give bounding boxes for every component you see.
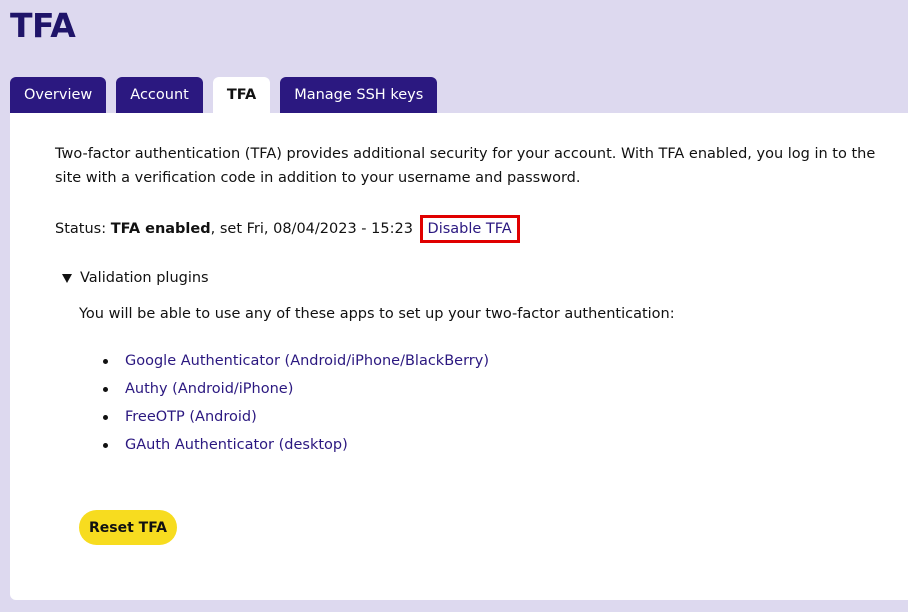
list-item: Google Authenticator (Android/iPhone/Bla…: [103, 349, 489, 377]
page-title: TFA: [10, 6, 76, 45]
app-link-google-authenticator[interactable]: Google Authenticator (Android/iPhone/Bla…: [125, 353, 489, 369]
status-line: Status: TFA enabled, set Fri, 08/04/2023…: [55, 215, 520, 243]
list-item: FreeOTP (Android): [103, 405, 489, 433]
app-link-gauth-authenticator[interactable]: GAuth Authenticator (desktop): [125, 437, 348, 453]
app-link-freeotp[interactable]: FreeOTP (Android): [125, 409, 257, 425]
list-item: Authy (Android/iPhone): [103, 377, 489, 405]
list-item: GAuth Authenticator (desktop): [103, 433, 489, 461]
triangle-down-icon: [62, 273, 72, 283]
tab-overview[interactable]: Overview: [10, 77, 107, 113]
tfa-description: Two-factor authentication (TFA) provides…: [55, 146, 876, 186]
validation-plugins-label: Validation plugins: [80, 270, 209, 286]
disable-tfa-link[interactable]: Disable TFA: [419, 215, 520, 243]
status-value: TFA enabled: [110, 221, 211, 237]
apps-list: Google Authenticator (Android/iPhone/Bla…: [103, 349, 489, 461]
bullet-icon: [103, 359, 108, 364]
apps-intro: You will be able to use any of these app…: [79, 306, 675, 322]
bullet-icon: [103, 415, 108, 420]
tab-tfa[interactable]: TFA: [212, 77, 271, 113]
validation-plugins-toggle[interactable]: Validation plugins: [62, 266, 209, 290]
app-link-authy[interactable]: Authy (Android/iPhone): [125, 381, 293, 397]
content-panel: Two-factor authentication (TFA) provides…: [10, 113, 908, 600]
reset-tfa-button[interactable]: Reset TFA: [79, 510, 177, 545]
status-date: , set Fri, 08/04/2023 - 15:23: [210, 221, 413, 237]
status-label: Status:: [55, 221, 111, 237]
bullet-icon: [103, 387, 108, 392]
tab-account[interactable]: Account: [116, 77, 203, 113]
tab-manage-ssh-keys[interactable]: Manage SSH keys: [280, 77, 438, 113]
bullet-icon: [103, 443, 108, 448]
tab-bar: Overview Account TFA Manage SSH keys: [10, 77, 438, 113]
